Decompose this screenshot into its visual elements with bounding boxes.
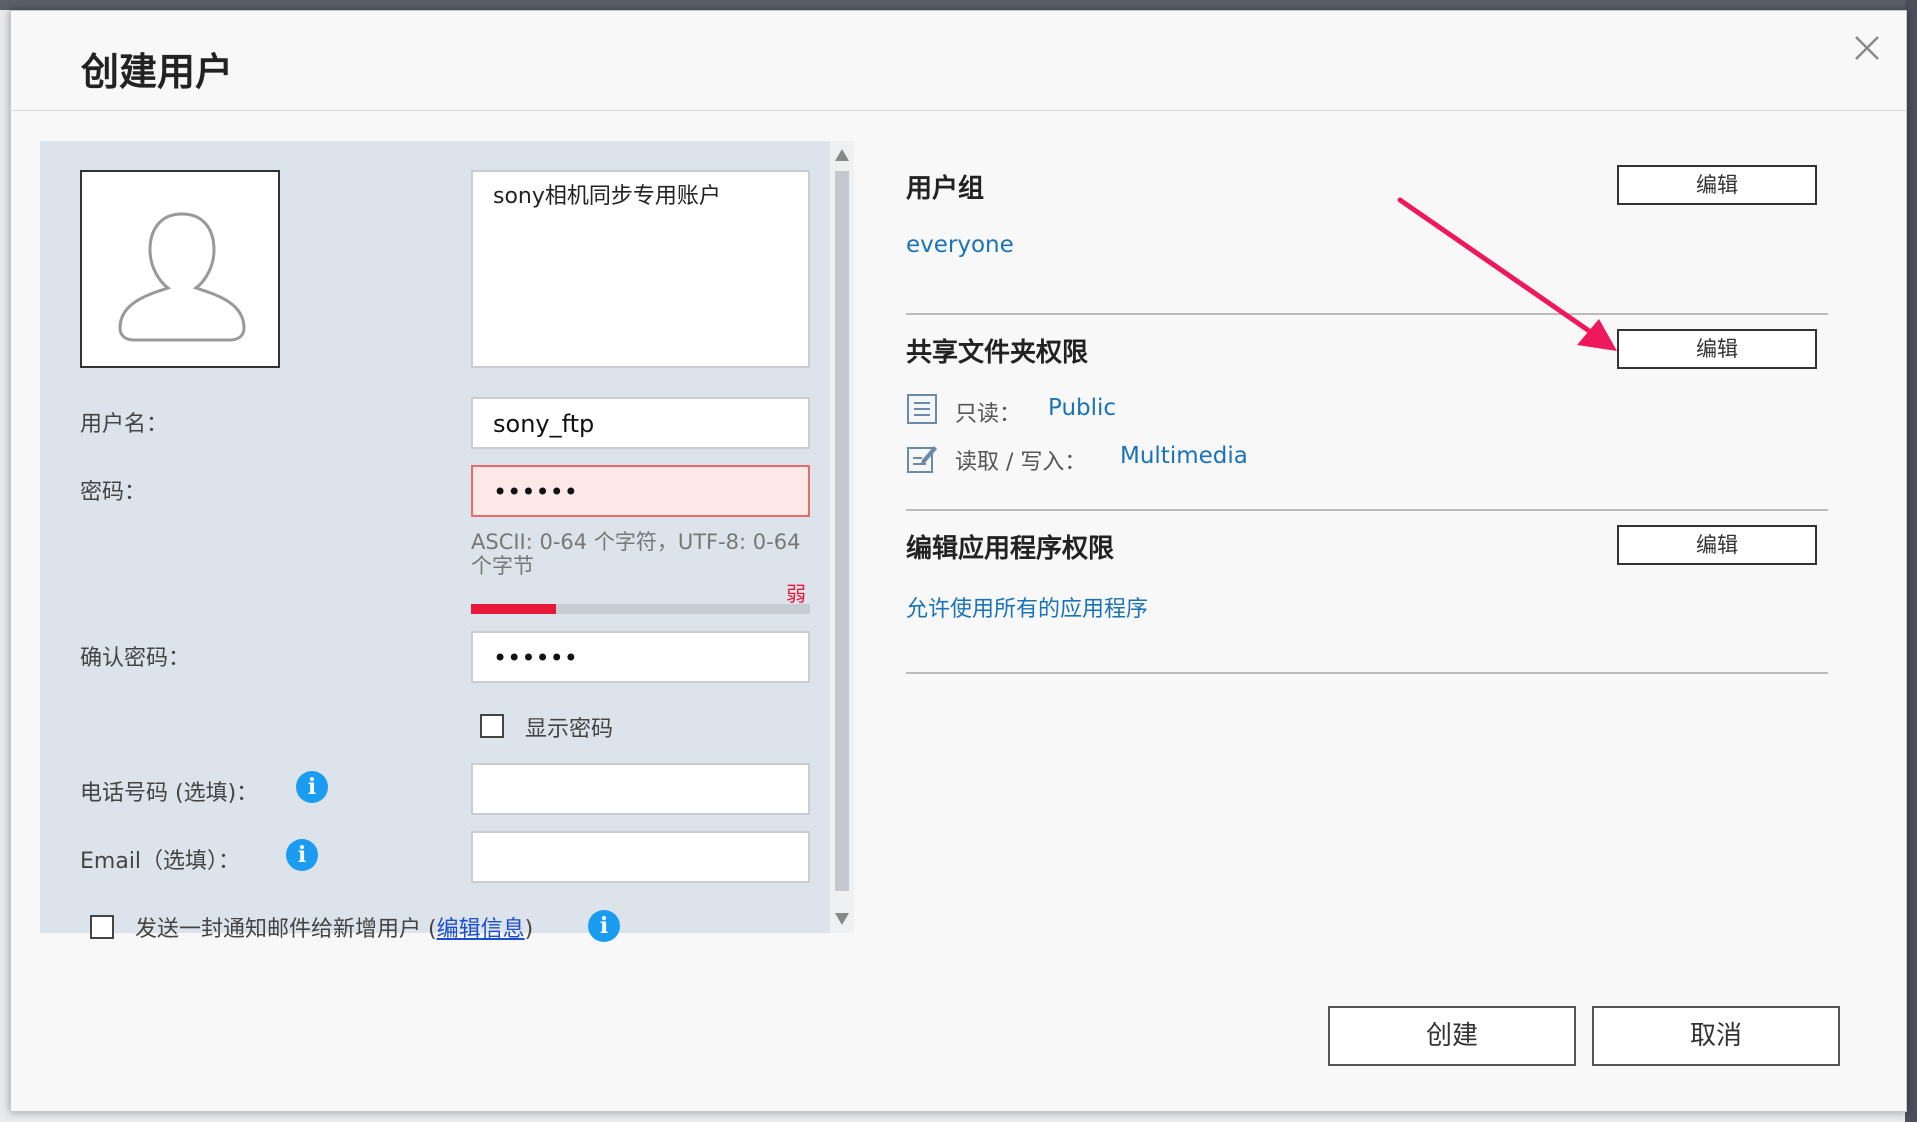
- readwrite-label: 读取 / 写入：: [955, 450, 1087, 475]
- email-input[interactable]: [471, 831, 810, 883]
- notify-email-checkbox[interactable]: [90, 915, 114, 939]
- app-permissions-value: 允许使用所有的应用程序: [906, 597, 1149, 622]
- username-label: 用户名：: [80, 412, 169, 437]
- scroll-down-icon[interactable]: [834, 911, 850, 927]
- close-button[interactable]: [1852, 33, 1882, 63]
- edit-info-link[interactable]: 编辑信息: [437, 917, 525, 942]
- readonly-folder-value: Public: [1048, 395, 1117, 421]
- notify-email-suffix: ): [524, 917, 534, 942]
- password-strength-bar: [471, 604, 810, 614]
- password-strength-label: 弱: [786, 582, 806, 606]
- password-label: 密码：: [80, 480, 147, 505]
- email-info-icon[interactable]: i: [286, 839, 318, 871]
- readwrite-folder-value: Multimedia: [1120, 443, 1248, 469]
- scroll-thumb[interactable]: [835, 171, 849, 891]
- confirm-password-input[interactable]: ••••••: [471, 631, 810, 683]
- notify-email-prefix: 发送一封通知邮件给新增用户 (: [135, 917, 437, 942]
- create-button[interactable]: 创建: [1328, 1006, 1576, 1066]
- email-label: Email（选填）：: [80, 849, 241, 874]
- dialog-title: 创建用户: [81, 50, 234, 94]
- divider: [906, 509, 1828, 511]
- avatar-upload[interactable]: [80, 170, 280, 368]
- password-input[interactable]: ••••••: [471, 465, 810, 517]
- user-groups-value: everyone: [906, 232, 1014, 258]
- phone-label: 电话号码 (选填)：: [80, 781, 259, 806]
- readonly-label: 只读：: [955, 402, 1022, 427]
- readwrite-edit-icon: [907, 446, 937, 473]
- edit-groups-button[interactable]: 编辑: [1617, 165, 1817, 205]
- panel-scrollbar[interactable]: [830, 141, 854, 933]
- show-password-label: 显示密码: [525, 717, 614, 742]
- confirm-password-label: 确认密码：: [80, 646, 191, 671]
- notify-info-icon[interactable]: i: [588, 910, 620, 942]
- readonly-doc-icon: [907, 394, 937, 424]
- shared-folder-permissions-title: 共享文件夹权限: [906, 338, 1089, 368]
- edit-app-permissions-button[interactable]: 编辑: [1617, 525, 1817, 565]
- divider: [906, 313, 1828, 315]
- scroll-up-icon[interactable]: [834, 147, 850, 163]
- password-hint: ASCII: 0-64 个字符，UTF-8: 0-64 个字节: [471, 530, 801, 578]
- background-header: [0, 0, 1917, 10]
- password-strength-fill: [471, 604, 556, 614]
- cancel-button[interactable]: 取消: [1592, 1006, 1840, 1066]
- phone-input[interactable]: [471, 763, 810, 815]
- notify-email-label: 发送一封通知邮件给新增用户 (编辑信息): [135, 911, 533, 943]
- app-permissions-title: 编辑应用程序权限: [906, 534, 1115, 564]
- username-input[interactable]: sony_ftp: [471, 397, 810, 449]
- description-textarea[interactable]: sony相机同步专用账户: [471, 170, 810, 368]
- avatar-placeholder-icon: [118, 212, 246, 342]
- edit-shared-folders-button[interactable]: 编辑: [1617, 329, 1817, 369]
- user-groups-title: 用户组: [906, 174, 985, 204]
- divider: [906, 672, 1828, 674]
- close-icon: [1855, 36, 1879, 60]
- dialog-title-bar: 创建用户: [11, 11, 1906, 111]
- phone-info-icon[interactable]: i: [296, 771, 328, 803]
- show-password-checkbox[interactable]: [480, 714, 504, 738]
